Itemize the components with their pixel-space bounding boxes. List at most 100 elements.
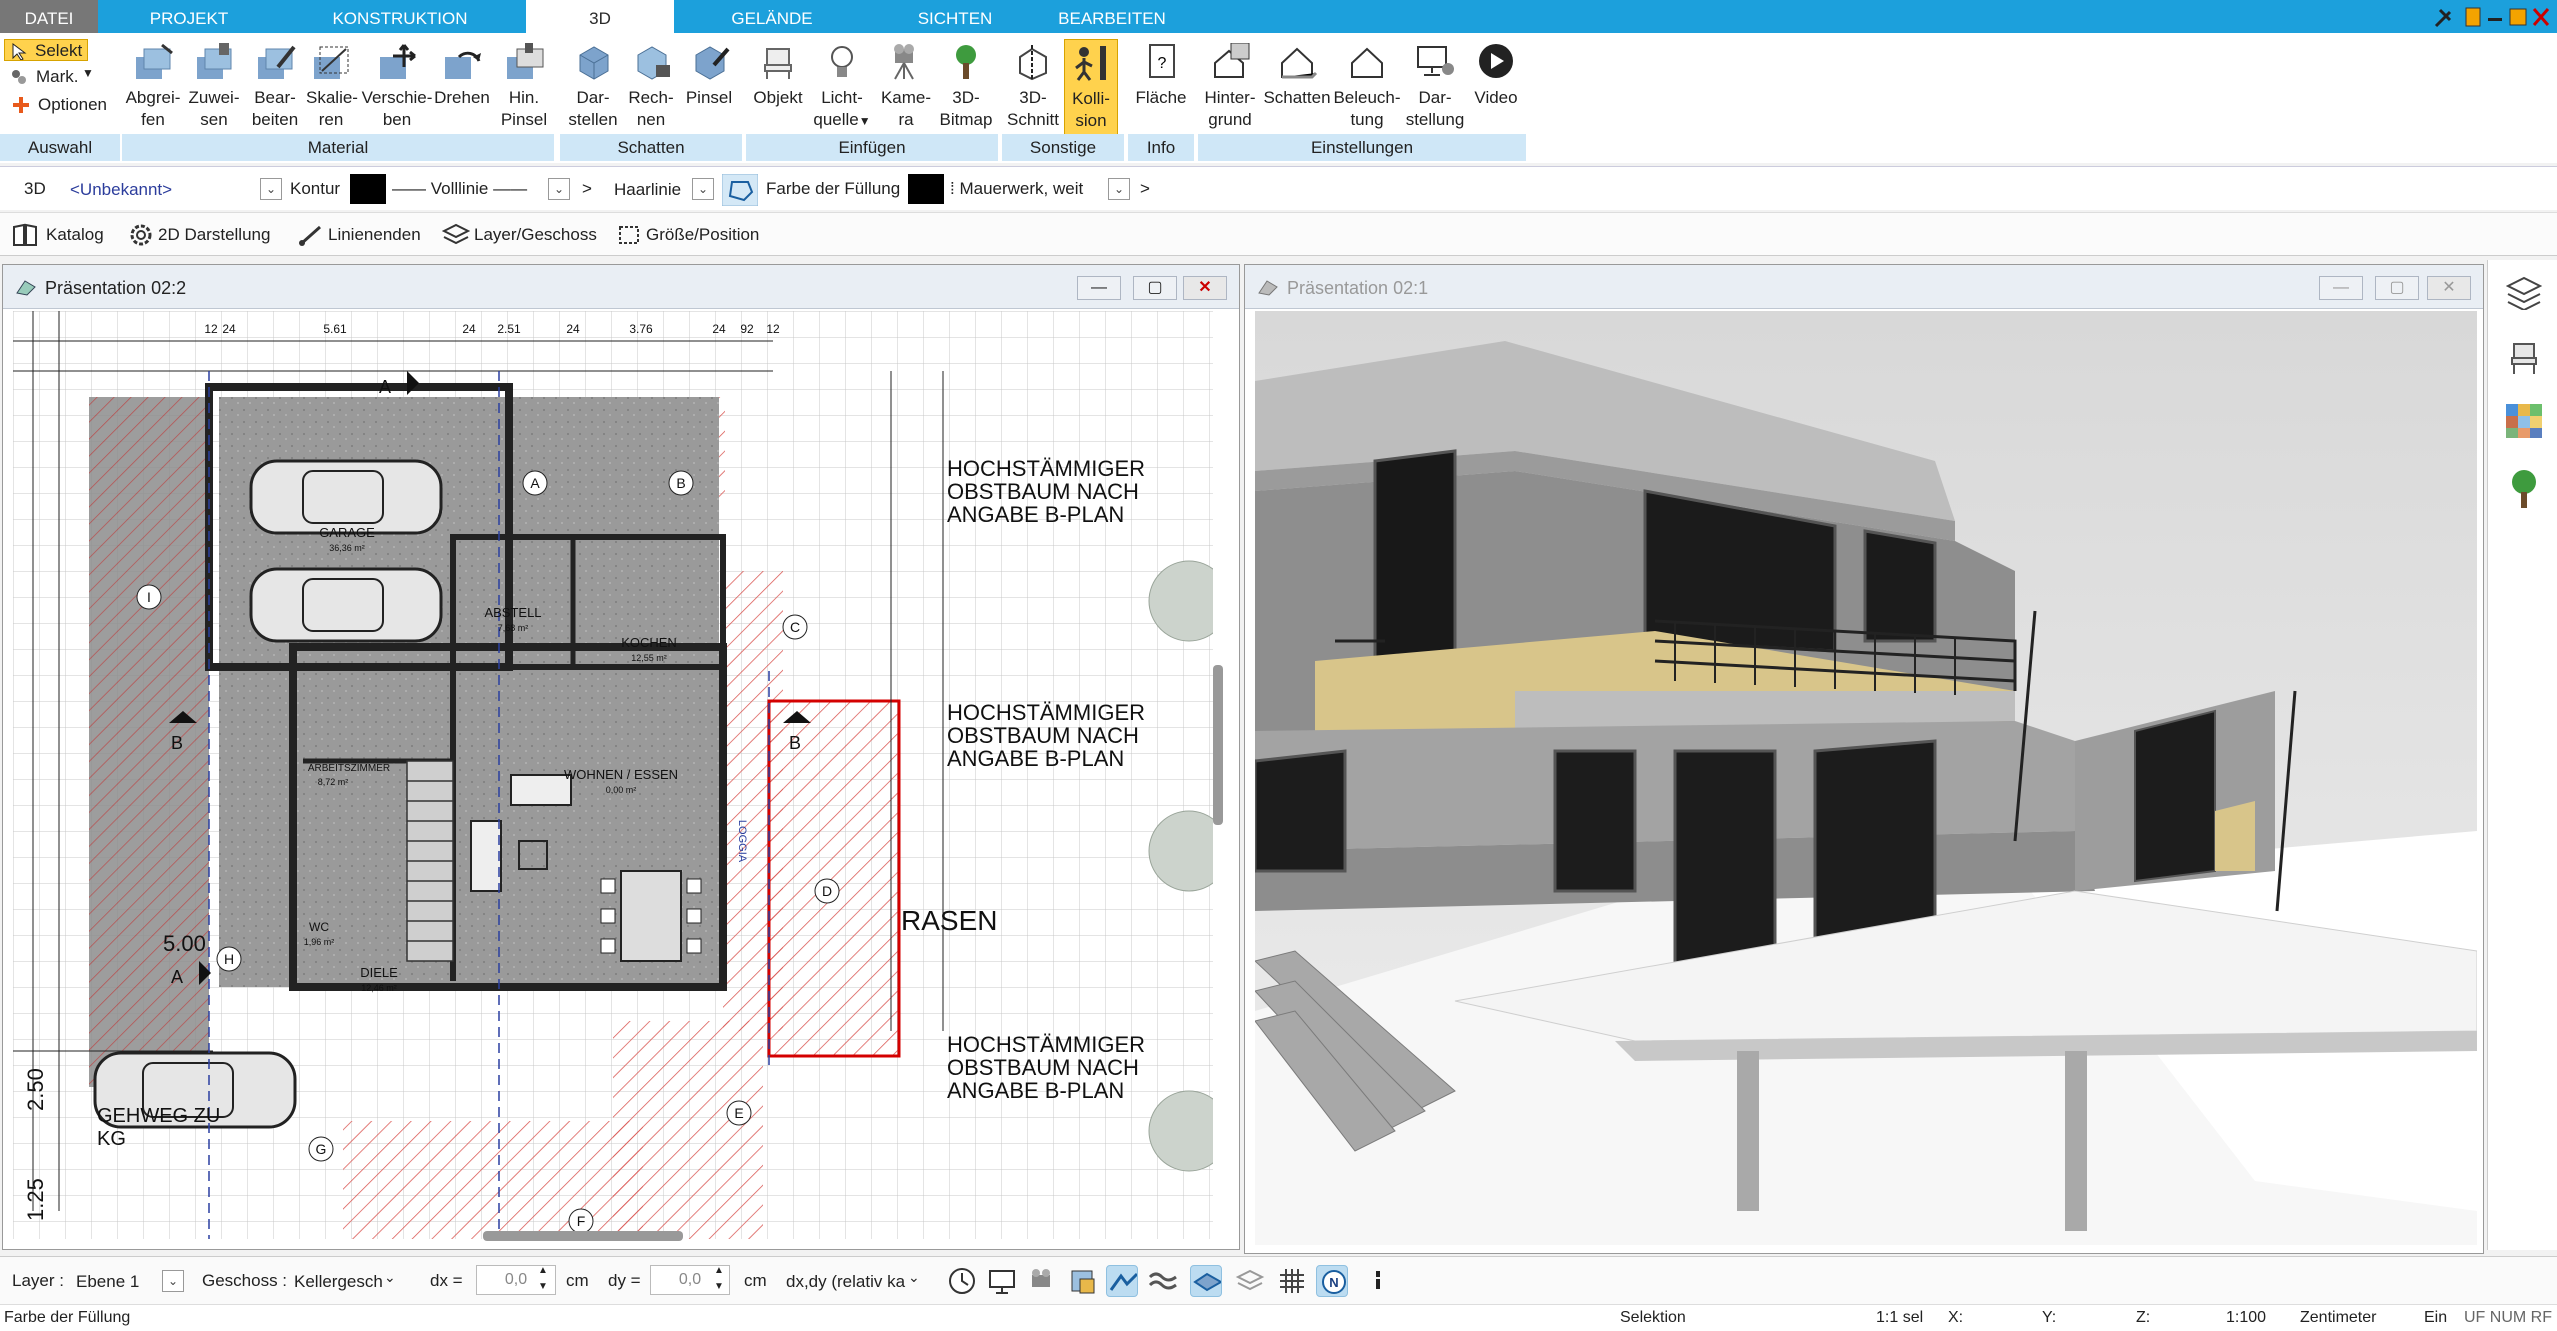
plane-tool-icon[interactable] [1190, 1265, 1222, 1297]
selekt-button[interactable]: Selekt [4, 39, 88, 61]
bitmap-button[interactable]: 3D- Bitmap [934, 39, 998, 149]
terrain-tool-icon[interactable] [1106, 1265, 1138, 1297]
schatten-darstellen-button[interactable]: Dar-stellen [564, 39, 622, 149]
layers-toggle-icon[interactable] [1234, 1265, 1266, 1297]
plan-maximize-button[interactable]: ▢ [1133, 276, 1177, 300]
plants-panel-icon[interactable] [2506, 468, 2542, 508]
dx-stepper[interactable]: ▲ ▼ [538, 1263, 548, 1295]
tab-bearbeiten[interactable]: BEARBEITEN [1040, 0, 1184, 33]
waves-icon[interactable] [1148, 1265, 1180, 1297]
schatten-rechnen-button[interactable]: Rech-nen [622, 39, 680, 149]
hin-pinsel-button[interactable]: Hin. Pinsel [494, 39, 554, 149]
darstellung-button[interactable]: Dar-stellung [1402, 39, 1468, 149]
3d-minimize-button[interactable]: — [2319, 276, 2363, 300]
coord-mode-select[interactable]: dx,dy (relativ ka [786, 1272, 905, 1292]
objekt-button[interactable]: Objekt [746, 39, 810, 149]
svg-text:B: B [171, 733, 183, 753]
groesse-position-button[interactable]: Größe/Position [612, 219, 772, 249]
layer-geschoss-button[interactable]: Layer/Geschoss [438, 219, 598, 249]
linetype-select[interactable]: —— Volllinie —— [392, 179, 527, 199]
plan-horizontal-scrollbar[interactable] [483, 1231, 683, 1241]
3d-view-pane[interactable]: Präsentation 02:1 — ▢ ✕ [1244, 264, 2484, 1254]
drehen-label: Drehen [434, 88, 490, 107]
object-dropdown[interactable]: ⌄ [260, 178, 282, 200]
grid-icon[interactable] [1276, 1265, 1308, 1297]
drehen-button[interactable]: Drehen [430, 39, 494, 149]
katalog-button[interactable]: Katalog [8, 219, 108, 249]
camera-status-icon[interactable] [1026, 1265, 1058, 1297]
svg-text:92: 92 [740, 322, 754, 336]
plan-close-button[interactable]: ✕ [1183, 276, 1227, 300]
plan-vertical-scrollbar[interactable] [1213, 665, 1223, 825]
more-icon[interactable] [1370, 1265, 1402, 1297]
schatten-rechnen-label: Rech- [628, 88, 674, 107]
darstellung-2d-button[interactable]: 2D Darstellung [124, 219, 284, 249]
svg-text:B: B [789, 733, 801, 753]
tab-datei[interactable]: DATEI [0, 0, 98, 33]
abgreifen-button[interactable]: Abgrei-fen [122, 39, 184, 149]
mark-button[interactable]: Mark. ▼ [4, 66, 94, 88]
object-status-icon[interactable] [1066, 1265, 1098, 1297]
coord-mode-dropdown[interactable]: ⌄ [908, 1269, 920, 1286]
tab-sichten[interactable]: SICHTEN [880, 0, 1030, 33]
monitor-icon[interactable] [986, 1265, 1018, 1297]
object-select[interactable]: <Unbekannt> [70, 180, 172, 200]
window-tools-icons[interactable] [2432, 4, 2552, 30]
fill-polygon-icon[interactable] [722, 174, 758, 206]
schatten-pinsel-button[interactable]: Pinsel [680, 39, 738, 149]
svg-text:24: 24 [566, 322, 580, 336]
kollision-button[interactable]: Kolli-sion [1064, 39, 1118, 149]
fill-color-swatch[interactable] [908, 174, 944, 204]
furniture-panel-icon[interactable] [2506, 340, 2542, 374]
darstellung-label: Dar- [1418, 88, 1452, 107]
plan-minimize-button[interactable]: — [1077, 276, 1121, 300]
layers-panel-icon[interactable] [2506, 276, 2542, 310]
3d-render-canvas[interactable] [1255, 311, 2477, 1245]
north-icon[interactable]: N [1316, 1265, 1348, 1297]
tab-konstruktion[interactable]: KONSTRUKTION [300, 0, 500, 33]
3d-close-button[interactable]: ✕ [2427, 276, 2471, 300]
clock-icon[interactable] [946, 1265, 978, 1297]
plan-view-pane[interactable]: Präsentation 02:2 — ▢ ✕ 12 24 5.61 24 2.… [2, 264, 1240, 1250]
bearbeiten-button[interactable]: Bear-beiten [244, 39, 306, 149]
lichtquelle-button[interactable]: Licht-quelle▼ [810, 39, 874, 149]
hatch-select[interactable]: ⁞ Mauerwerk, weit [950, 179, 1083, 199]
tab-gelaende[interactable]: GELÄNDE [700, 0, 844, 33]
zuweisen-label: Zuwei- [188, 88, 240, 107]
kamera-button[interactable]: Kame-ra [874, 39, 938, 149]
svg-text:D: D [822, 883, 832, 899]
optionen-button[interactable]: Optionen [4, 93, 114, 117]
geschoss-select[interactable]: Kellergesch [294, 1272, 383, 1292]
geschoss-dropdown[interactable]: ⌄ [384, 1269, 396, 1286]
beleuchtung-button[interactable]: Beleuch-tung [1332, 39, 1402, 149]
linewidth-dropdown[interactable]: ⌄ [692, 178, 714, 200]
materials-panel-icon[interactable] [2506, 404, 2542, 438]
group-auswahl: Auswahl [0, 134, 120, 161]
hatch-next[interactable]: > [1140, 179, 1150, 199]
kontur-color-swatch[interactable] [350, 174, 386, 204]
schatten-settings-button[interactable]: Schatten [1262, 39, 1332, 149]
assign-icon [193, 43, 235, 81]
layer-dropdown[interactable]: ⌄ [162, 1270, 184, 1292]
layer-select[interactable]: Ebene 1 [76, 1272, 139, 1292]
hintergrund-button[interactable]: Hinter-grund [1198, 39, 1262, 149]
linewidth-select[interactable]: Haarlinie [614, 180, 681, 200]
area-icon: ? [1140, 43, 1182, 81]
flaeche-button[interactable]: ? Fläche [1128, 39, 1194, 149]
hin-pinsel-label: Hin. [508, 88, 540, 107]
linienenden-button[interactable]: Linienenden [294, 219, 424, 249]
tab-projekt[interactable]: PROJEKT [118, 0, 260, 33]
zuweisen-button[interactable]: Zuwei-sen [184, 39, 244, 149]
video-button[interactable]: Video [1468, 39, 1524, 149]
linetype-next[interactable]: > [582, 179, 592, 199]
3d-maximize-button[interactable]: ▢ [2375, 276, 2419, 300]
tab-3d[interactable]: 3D [526, 0, 674, 33]
skalieren-button[interactable]: Skalie-ren [306, 39, 358, 149]
verschieben-button[interactable]: Verschie-ben [356, 39, 438, 149]
dy-stepper[interactable]: ▲ ▼ [714, 1263, 724, 1295]
linetype-dropdown[interactable]: ⌄ [548, 178, 570, 200]
hatch-dropdown[interactable]: ⌄ [1108, 178, 1130, 200]
schnitt-button[interactable]: 3D- Schnitt [1002, 39, 1064, 149]
mode-label: 3D [24, 179, 46, 198]
svg-text:KOCHEN: KOCHEN [621, 635, 677, 650]
